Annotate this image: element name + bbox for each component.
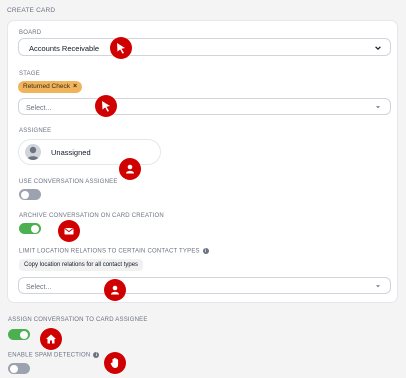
avatar xyxy=(25,144,41,160)
toggle-knob xyxy=(21,190,29,199)
mail-marker xyxy=(58,220,80,242)
assignee-selector[interactable]: Unassigned xyxy=(18,139,161,165)
toggle-knob xyxy=(31,224,39,233)
envelope-icon xyxy=(64,228,74,235)
use-conversation-assignee-toggle[interactable] xyxy=(19,189,41,200)
toggle-knob xyxy=(20,330,28,339)
user-icon xyxy=(111,285,119,295)
cursor-arrow-icon xyxy=(102,101,110,112)
remove-tag-icon[interactable]: × xyxy=(73,83,77,90)
assignee-label: ASSIGNEE xyxy=(19,128,52,134)
assignee-name: Unassigned xyxy=(51,148,91,157)
archive-conversation-toggle[interactable] xyxy=(19,223,41,234)
limit-location-label-text: LIMIT LOCATION RELATIONS TO CERTAIN CONT… xyxy=(19,248,200,255)
hand-icon xyxy=(110,357,119,368)
spam-detection-toggle[interactable] xyxy=(8,363,30,374)
cursor-marker xyxy=(110,37,132,59)
board-select-value: Accounts Receivable xyxy=(29,44,100,53)
info-icon[interactable]: i xyxy=(93,352,100,358)
assign-conversation-label: ASSIGN CONVERSATION TO CARD ASSIGNEE xyxy=(8,317,148,323)
user-marker xyxy=(119,158,141,180)
archive-conversation-label: ARCHIVE CONVERSATION ON CARD CREATION xyxy=(19,213,164,219)
stage-tag: Returned Check × xyxy=(18,81,83,93)
hand-marker xyxy=(104,352,126,374)
chevron-down-icon xyxy=(375,46,381,51)
board-select[interactable]: Accounts Receivable xyxy=(18,38,391,56)
section-title: CREATE CARD xyxy=(7,7,56,14)
cursor-arrow-icon xyxy=(117,43,125,54)
assign-conversation-toggle[interactable] xyxy=(8,329,30,340)
user-icon xyxy=(126,164,134,174)
use-conversation-assignee-label: USE CONVERSATION ASSIGNEE xyxy=(19,179,118,185)
home-marker xyxy=(40,328,62,350)
stage-label: STAGE xyxy=(19,71,40,77)
contact-types-placeholder: Select... xyxy=(26,284,52,291)
caret-down-icon xyxy=(376,106,380,109)
board-label: BOARD xyxy=(19,30,42,36)
caret-down-icon xyxy=(376,285,380,288)
info-icon[interactable]: i xyxy=(202,248,209,254)
spam-detection-label-text: ENABLE SPAM DETECTION xyxy=(8,352,91,359)
stage-select-placeholder: Select... xyxy=(26,105,52,112)
stage-select[interactable]: Select... xyxy=(18,98,391,115)
home-icon xyxy=(46,334,56,344)
cursor-marker xyxy=(95,95,117,117)
stage-tag-label: Returned Check xyxy=(23,83,70,90)
copy-location-relations-button[interactable]: Copy location relations for all contact … xyxy=(19,259,144,271)
user-marker xyxy=(104,279,126,301)
user-silhouette-icon xyxy=(27,146,39,160)
toggle-knob xyxy=(10,364,18,373)
limit-location-label: LIMIT LOCATION RELATIONS TO CERTAIN CONT… xyxy=(19,248,209,255)
spam-detection-label: ENABLE SPAM DETECTION i xyxy=(8,352,100,359)
contact-types-select[interactable]: Select... xyxy=(18,277,391,294)
